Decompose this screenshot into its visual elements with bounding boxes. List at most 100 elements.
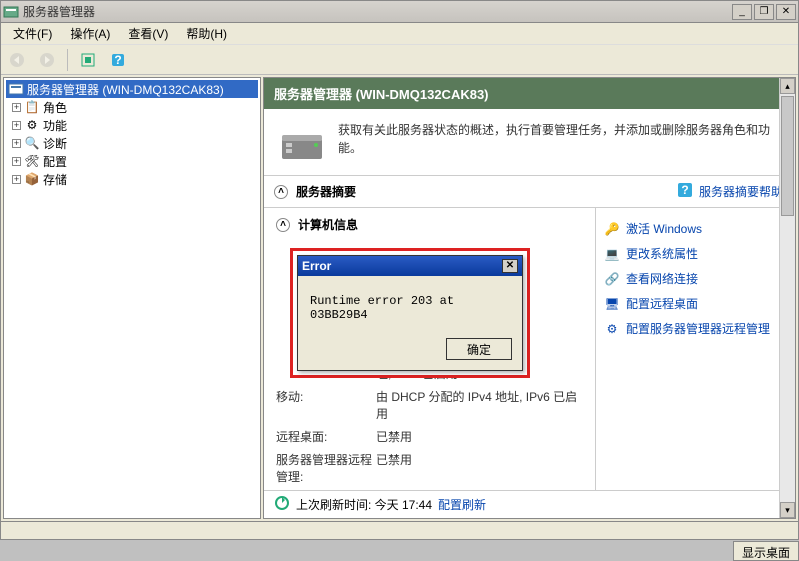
toolbar-divider xyxy=(67,49,68,71)
link-system-props[interactable]: 💻 更改系统属性 xyxy=(602,241,789,266)
summary-section-row: ˄ 服务器摘要 ? 服务器摘要帮助 xyxy=(264,176,795,208)
svg-text:?: ? xyxy=(681,183,688,197)
help-button[interactable]: ? xyxy=(106,48,130,72)
expand-icon[interactable]: + xyxy=(12,175,21,184)
tree-item-roles[interactable]: +📋角色 xyxy=(6,98,258,116)
tree-item-label: 诊断 xyxy=(43,135,67,152)
vertical-scrollbar[interactable]: ▴ ▾ xyxy=(779,78,795,518)
features-icon: ⚙ xyxy=(24,118,40,132)
refresh-button[interactable] xyxy=(76,48,100,72)
refresh-time-text: 上次刷新时间: 今天 17:44 xyxy=(296,496,432,513)
scroll-up-button[interactable]: ▴ xyxy=(780,78,795,94)
summary-title: 服务器摘要 xyxy=(296,183,356,200)
window-title: 服务器管理器 xyxy=(23,3,732,20)
menu-file[interactable]: 文件(F) xyxy=(5,23,60,44)
tree-item-label: 存储 xyxy=(43,171,67,188)
minimize-button[interactable]: _ xyxy=(732,4,752,20)
kv-value: 由 DHCP 分配的 IPv4 地址, IPv6 已启用 xyxy=(376,388,583,422)
key-icon: 🔑 xyxy=(604,221,620,237)
tree-root-label: 服务器管理器 (WIN-DMQ132CAK83) xyxy=(27,81,224,98)
scroll-thumb[interactable] xyxy=(781,96,794,216)
link-network-conn[interactable]: 🔗 查看网络连接 xyxy=(602,266,789,291)
link-activate-windows[interactable]: 🔑 激活 Windows xyxy=(602,216,789,241)
error-close-button[interactable]: ✕ xyxy=(502,259,518,273)
tree-item-features[interactable]: +⚙功能 xyxy=(6,116,258,134)
expand-icon[interactable]: + xyxy=(12,139,21,148)
summary-help-label: 服务器摘要帮助 xyxy=(699,183,783,200)
tree-item-storage[interactable]: +📦存储 xyxy=(6,170,258,188)
svg-text:?: ? xyxy=(114,53,121,67)
expand-icon[interactable]: + xyxy=(12,157,21,166)
back-button xyxy=(5,48,29,72)
content-desc-text: 获取有关此服务器状态的概述，执行首要管理任务，并添加或删除服务器角色和功能。 xyxy=(338,121,781,157)
kv-key: 移动: xyxy=(276,388,376,422)
info-right: 🔑 激活 Windows 💻 更改系统属性 🔗 查看网络连接 🖥 配置远程桌面 ⚙ 配置服… xyxy=(595,208,795,490)
kv-value: 已禁用 xyxy=(376,451,583,485)
close-button[interactable]: ✕ xyxy=(776,4,796,20)
restore-button[interactable]: ❐ xyxy=(754,4,774,20)
content-header: 服务器管理器 (WIN-DMQ132CAK83) xyxy=(264,78,795,109)
kv-value: 已禁用 xyxy=(376,428,583,445)
chevron-up-icon: ˄ xyxy=(276,218,290,232)
expand-icon[interactable]: + xyxy=(12,103,21,112)
kv-mgr: 服务器管理器远程管理:已禁用 xyxy=(276,451,583,485)
error-title: Error xyxy=(302,259,502,273)
kv-key: 远程桌面: xyxy=(276,428,376,445)
tree-root[interactable]: 服务器管理器 (WIN-DMQ132CAK83) xyxy=(6,80,258,98)
config-icon: 🛠 xyxy=(24,154,40,168)
toolbar: ? xyxy=(1,45,798,75)
footer-refresh: 上次刷新时间: 今天 17:44 配置刷新 xyxy=(264,490,795,518)
summary-help-link[interactable]: ? 服务器摘要帮助 xyxy=(665,176,795,207)
storage-icon: 📦 xyxy=(24,172,40,186)
kv-key: 服务器管理器远程管理: xyxy=(276,451,376,485)
menubar: 文件(F) 操作(A) 查看(V) 帮助(H) xyxy=(1,23,798,45)
kv-remote: 远程桌面:已禁用 xyxy=(276,428,583,445)
computer-info-title: 计算机信息 xyxy=(298,216,358,233)
error-highlight: Error ✕ Runtime error 203 at 03BB29B4 确定 xyxy=(290,248,530,378)
refresh-icon xyxy=(274,495,290,514)
tree-item-label: 角色 xyxy=(43,99,67,116)
error-titlebar: Error ✕ xyxy=(298,256,522,276)
forward-button xyxy=(35,48,59,72)
network-icon: 🔗 xyxy=(604,271,620,287)
gear-icon: ⚙ xyxy=(604,321,620,337)
menu-help[interactable]: 帮助(H) xyxy=(178,23,235,44)
show-desktop-button[interactable]: 显示桌面 xyxy=(733,541,799,561)
menu-action[interactable]: 操作(A) xyxy=(62,23,118,44)
link-remote-mgr[interactable]: ⚙ 配置服务器管理器远程管理 xyxy=(602,316,789,341)
error-message: Runtime error 203 at 03BB29B4 xyxy=(298,276,522,332)
tree-item-label: 功能 xyxy=(43,117,67,134)
statusbar xyxy=(1,521,798,539)
server-icon xyxy=(8,82,24,96)
chevron-up-icon: ˄ xyxy=(274,185,288,199)
tree-panel: 服务器管理器 (WIN-DMQ132CAK83) +📋角色 +⚙功能 +🔍诊断 … xyxy=(3,77,261,519)
tree-item-label: 配置 xyxy=(43,153,67,170)
app-icon xyxy=(3,4,19,20)
expand-icon[interactable]: + xyxy=(12,121,21,130)
link-label: 更改系统属性 xyxy=(626,245,698,262)
diagnostics-icon: 🔍 xyxy=(24,136,40,150)
link-label: 查看网络连接 xyxy=(626,270,698,287)
link-label: 配置服务器管理器远程管理 xyxy=(626,320,770,337)
error-dialog: Error ✕ Runtime error 203 at 03BB29B4 确定 xyxy=(297,255,523,371)
content-desc: 获取有关此服务器状态的概述，执行首要管理任务，并添加或删除服务器角色和功能。 xyxy=(264,109,795,176)
link-label: 配置远程桌面 xyxy=(626,295,698,312)
tree-item-config[interactable]: +🛠配置 xyxy=(6,152,258,170)
error-buttons: 确定 xyxy=(298,332,522,370)
kv-mobile: 移动:由 DHCP 分配的 IPv4 地址, IPv6 已启用 xyxy=(276,388,583,422)
computer-icon: 💻 xyxy=(604,246,620,262)
menu-view[interactable]: 查看(V) xyxy=(120,23,176,44)
server-illustration-icon xyxy=(278,121,326,163)
tree-item-diagnostics[interactable]: +🔍诊断 xyxy=(6,134,258,152)
computer-info-head[interactable]: ˄ 计算机信息 xyxy=(276,216,583,233)
roles-icon: 📋 xyxy=(24,100,40,114)
link-label: 激活 Windows xyxy=(626,220,702,237)
monitor-icon: 🖥 xyxy=(604,296,620,312)
scroll-down-button[interactable]: ▾ xyxy=(780,502,795,518)
titlebar: 服务器管理器 _ ❐ ✕ xyxy=(1,1,798,23)
window-buttons: _ ❐ ✕ xyxy=(732,4,796,20)
link-remote-desktop[interactable]: 🖥 配置远程桌面 xyxy=(602,291,789,316)
error-ok-button[interactable]: 确定 xyxy=(446,338,512,360)
summary-section-head[interactable]: ˄ 服务器摘要 xyxy=(264,176,665,207)
configure-refresh-link[interactable]: 配置刷新 xyxy=(438,496,486,513)
